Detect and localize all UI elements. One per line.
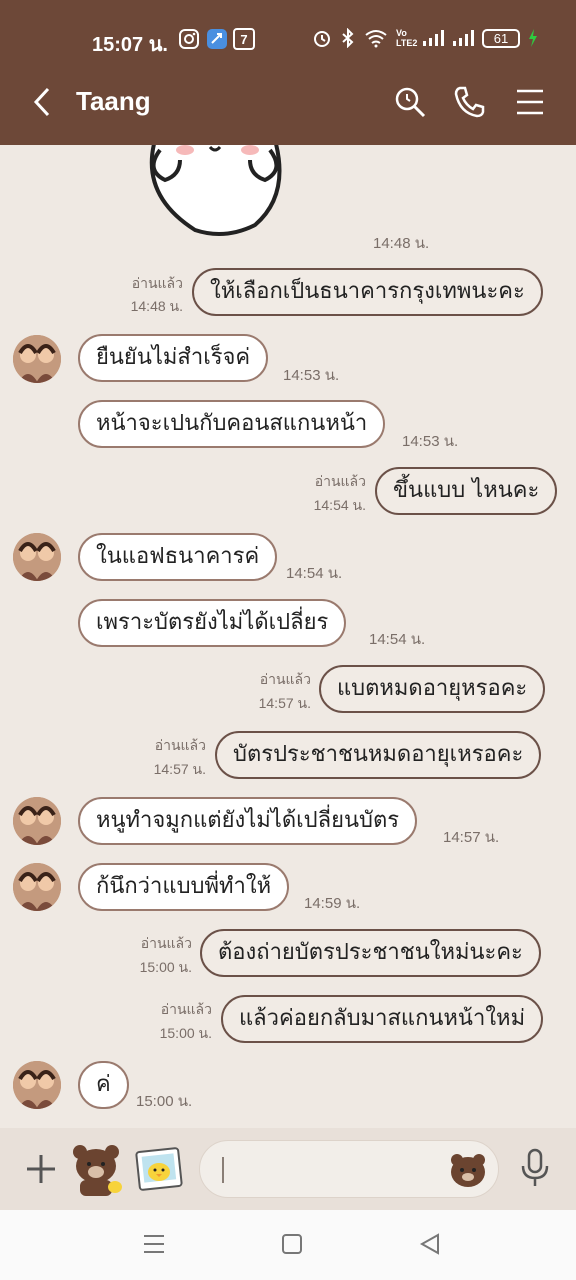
instagram-icon [179, 29, 199, 49]
microphone-icon[interactable] [518, 1148, 552, 1190]
sticker-image[interactable] [140, 145, 290, 245]
alarm-icon [314, 31, 330, 47]
read-receipt: อ่านแล้ว [314, 473, 366, 489]
back-icon[interactable] [26, 84, 62, 120]
search-icon[interactable] [392, 84, 428, 120]
text-caret [222, 1157, 224, 1183]
avatar[interactable] [13, 1061, 61, 1109]
outgoing-message[interactable]: ขึ้นแบบ ไหนคะ [375, 467, 558, 515]
outgoing-message[interactable]: บัตรประชาชนหมดอายุเหรอคะ [215, 731, 542, 779]
chat-area[interactable]: 14:48 น. อ่านแล้ว 14:48 น. ให้เลือกเป็นธ… [0, 145, 576, 1128]
read-receipt: อ่านแล้ว [259, 671, 311, 687]
chat-title: Taang [76, 86, 151, 116]
incoming-message[interactable]: ก้นึกว่าแบบพี่ทำให้ [78, 863, 290, 911]
outgoing-message[interactable]: ต้องถ่ายบัตรประชาชนใหม่นะคะ [200, 929, 541, 977]
status-right-icons: Vo LTE2 61 [312, 28, 538, 48]
signal-icon-2 [453, 30, 474, 46]
recent-apps-icon[interactable] [142, 1232, 166, 1256]
avatar[interactable] [13, 533, 61, 581]
charging-icon [529, 29, 537, 47]
avatar[interactable] [13, 797, 61, 845]
battery-indicator: 61 [482, 28, 520, 48]
brown-bear-sticker-icon[interactable] [68, 1140, 126, 1198]
message-time: 15:00 น. [159, 1025, 212, 1041]
outgoing-message[interactable]: แล้วค่อยกลับมาสแกนหน้าใหม่ [221, 995, 544, 1043]
message-time: 14:54 น. [286, 565, 343, 582]
svg-text:7: 7 [240, 32, 247, 47]
outgoing-message[interactable]: แบตหมดอายุหรอคะ [319, 665, 546, 713]
signal-icon [423, 30, 444, 46]
status-time: 15:07 น. [92, 34, 168, 56]
message-input[interactable] [199, 1140, 499, 1198]
message-time: 14:57 น. [153, 761, 206, 777]
system-nav-bar [0, 1210, 576, 1280]
read-receipt: อ่านแล้ว [140, 935, 192, 951]
avatar[interactable] [13, 863, 61, 911]
message-time: 14:53 น. [283, 367, 340, 384]
message-time: 14:57 น. [443, 829, 500, 846]
app-icon [207, 29, 227, 49]
read-receipt: อ่านแล้ว [154, 737, 206, 753]
input-bar [0, 1128, 576, 1210]
read-receipt: อ่านแล้ว [131, 275, 183, 291]
wifi-icon [365, 30, 387, 48]
message-time: 15:00 น. [136, 1093, 193, 1110]
message-time: 14:48 น. [373, 235, 430, 252]
avatar[interactable] [13, 335, 61, 383]
outgoing-message[interactable]: ให้เลือกเป็นธนาคารกรุงเทพนะคะ [192, 268, 543, 316]
incoming-message[interactable]: ในแอฟธนาคารค่ [78, 533, 278, 581]
incoming-message[interactable]: หน้าจะเปนกับคอนสแกนหน้า [78, 400, 386, 448]
incoming-message[interactable]: ยืนยันไม่สำเร็จค่ [78, 334, 269, 382]
home-square-icon[interactable] [280, 1232, 304, 1256]
incoming-message[interactable]: เพราะบัตรยังไม่ได้เปลี่ยร [78, 599, 347, 647]
back-triangle-icon[interactable] [418, 1232, 442, 1256]
photo-sticker-icon[interactable] [134, 1144, 184, 1194]
message-time: 14:54 น. [369, 631, 426, 648]
message-time: 15:00 น. [139, 959, 192, 975]
message-time: 14:48 น. [130, 298, 183, 314]
phone-icon[interactable] [452, 84, 488, 120]
read-receipt: อ่านแล้ว [160, 1001, 212, 1017]
seven-eleven-icon: 7 [233, 28, 255, 50]
network-label: Vo LTE2 [396, 28, 418, 48]
plus-icon[interactable] [24, 1152, 58, 1186]
bluetooth-icon [342, 28, 354, 48]
emoji-icon[interactable] [448, 1150, 488, 1190]
top-bar: 15:07 น. 7 Vo LTE2 61 Taang [0, 0, 576, 145]
message-time: 14:59 น. [304, 895, 361, 912]
status-bar: 15:07 น. 7 Vo LTE2 61 [0, 0, 576, 78]
message-time: 14:53 น. [402, 433, 459, 450]
incoming-message[interactable]: หนูทำจมูกแต่ยังไม่ได้เปลี่ยนบัตร [78, 797, 418, 845]
incoming-message[interactable]: ค่ [78, 1061, 129, 1109]
message-time: 14:54 น. [313, 497, 366, 513]
message-time: 14:57 น. [258, 695, 311, 711]
menu-icon[interactable] [512, 84, 548, 120]
